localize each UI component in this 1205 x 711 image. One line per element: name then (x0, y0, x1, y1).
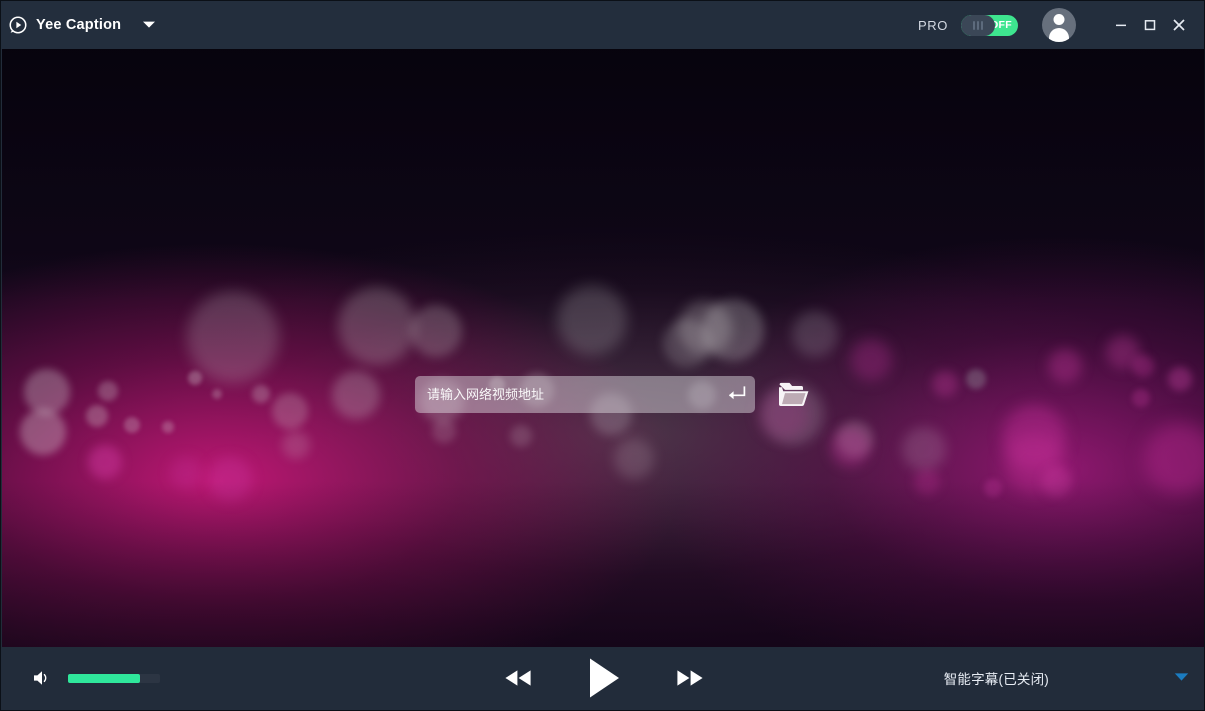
volume-group (32, 668, 160, 688)
close-icon (1173, 19, 1185, 31)
volume-slider-fill (68, 673, 140, 683)
player-control-bar: 智能字幕(已关闭) (2, 647, 1204, 709)
speaker-volume-icon[interactable] (32, 668, 52, 688)
close-button[interactable] (1166, 12, 1192, 38)
avatar-head (1053, 14, 1065, 25)
title-bar-left: Yee Caption (9, 16, 156, 34)
url-input[interactable] (415, 376, 755, 413)
avatar[interactable] (1042, 8, 1076, 42)
play-circle-icon (9, 16, 27, 34)
app-title: Yee Caption (36, 17, 122, 33)
volume-slider[interactable] (68, 673, 160, 683)
rewind-button[interactable] (501, 666, 535, 690)
maximize-icon (1144, 20, 1156, 31)
rewind-icon (504, 670, 531, 686)
fast-forward-icon (676, 670, 703, 686)
open-media-row (415, 376, 811, 413)
play-icon (589, 658, 619, 698)
avatar-body (1049, 28, 1069, 42)
smart-subtitle-label[interactable]: 智能字幕(已关闭) (944, 668, 1049, 688)
minimize-button[interactable] (1108, 12, 1134, 38)
smart-subtitle-group: 智能字幕(已关闭) (944, 668, 1204, 688)
pro-label: PRO (918, 17, 948, 33)
minimize-icon (1116, 24, 1126, 27)
pro-toggle-switch[interactable]: OFF (961, 14, 1018, 36)
title-bar: Yee Caption PRO OFF (1, 1, 1204, 49)
url-input-wrapper[interactable] (415, 376, 755, 413)
title-bar-right: PRO OFF (918, 8, 1192, 42)
chevron-down-icon[interactable] (130, 16, 156, 34)
maximize-button[interactable] (1137, 12, 1163, 38)
video-stage (2, 49, 1204, 649)
play-button[interactable] (585, 656, 623, 700)
open-folder-icon (779, 382, 809, 406)
caret-down-icon[interactable] (1049, 669, 1204, 687)
open-folder-button[interactable] (777, 380, 811, 410)
background-gradient (2, 49, 1204, 649)
window-controls (1108, 12, 1192, 38)
pro-toggle-knob (961, 14, 995, 36)
app-window: Yee Caption PRO OFF 请输入网络视频地址 智能字幕(已关闭) (0, 0, 1205, 711)
fast-forward-button[interactable] (673, 666, 707, 690)
